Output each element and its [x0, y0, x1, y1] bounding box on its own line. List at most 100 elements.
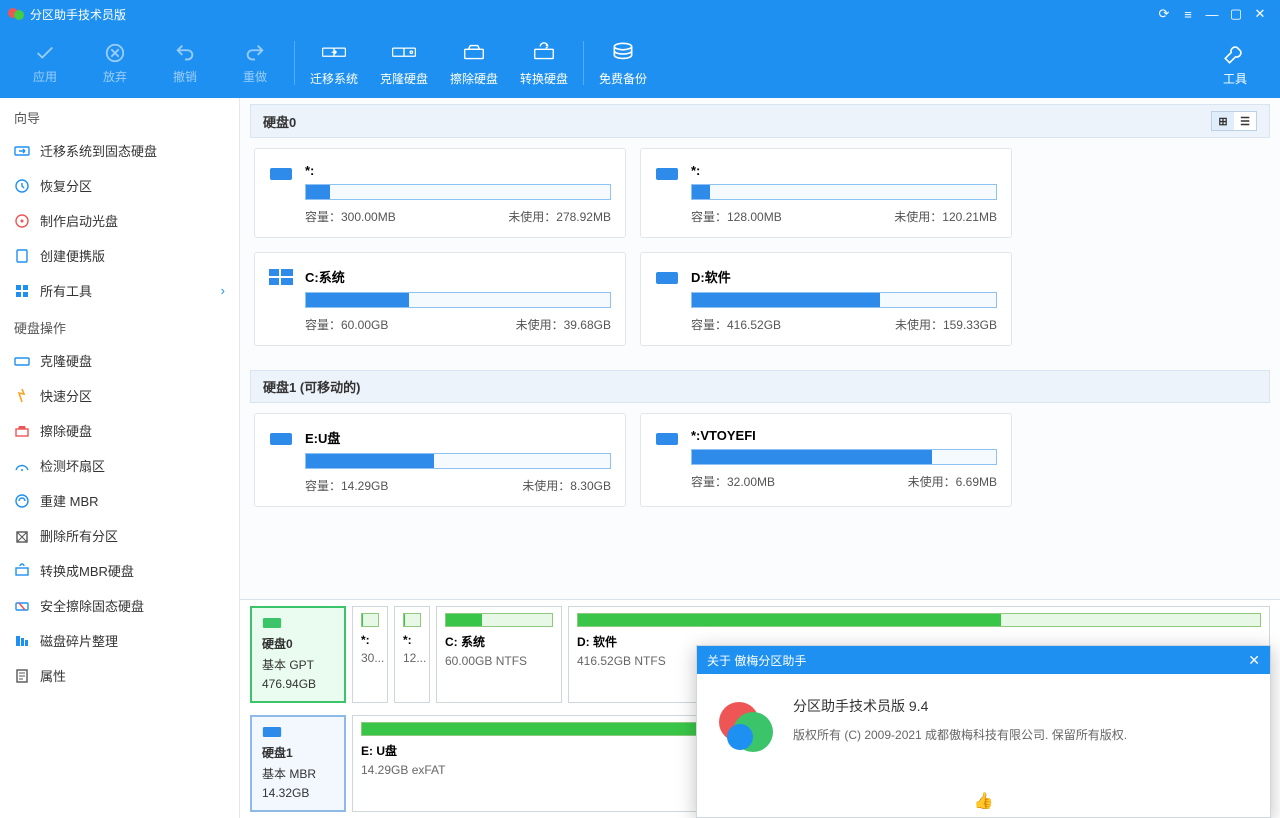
- clone-disk-button[interactable]: 克隆硬盘: [369, 33, 439, 93]
- redo-button[interactable]: 重做: [220, 33, 290, 93]
- maximize-button[interactable]: ▢: [1224, 6, 1248, 22]
- free-label: 未使用：159.33GB: [895, 316, 997, 333]
- close-button[interactable]: ✕: [1248, 6, 1272, 22]
- sidebar-item[interactable]: 重建 MBR: [0, 483, 239, 518]
- capacity-label: 容量：60.00GB: [305, 316, 388, 333]
- sidebar-item[interactable]: 克隆硬盘: [0, 343, 239, 378]
- sidebar: 向导 迁移系统到固态硬盘恢复分区制作启动光盘创建便携版所有工具 › 硬盘操作 克隆…: [0, 98, 240, 818]
- sidebar-item-icon: [14, 668, 30, 684]
- sidebar-item[interactable]: 制作启动光盘: [0, 203, 239, 238]
- about-product: 分区助手技术员版 9.4: [793, 696, 1127, 716]
- drive-icon: [655, 165, 679, 183]
- sidebar-item-icon: [14, 143, 30, 159]
- sidebar-item[interactable]: 属性: [0, 658, 239, 693]
- sidebar-item[interactable]: 安全擦除固态硬盘: [0, 588, 239, 623]
- capacity-label: 容量：32.00MB: [691, 473, 775, 490]
- sidebar-item-icon: [14, 633, 30, 649]
- strip-disk-info[interactable]: 硬盘1基本 MBR14.32GB: [250, 715, 346, 812]
- partition-name: D:软件: [691, 267, 997, 286]
- sidebar-item-icon: [14, 423, 30, 439]
- sidebar-item-label: 磁盘碎片整理: [40, 631, 118, 650]
- partition-card[interactable]: D:软件容量：416.52GB 未使用：159.33GB: [640, 252, 1012, 346]
- sidebar-item-label: 恢复分区: [40, 176, 92, 195]
- sidebar-item-icon: [14, 598, 30, 614]
- sidebar-guide-head: 向导: [0, 98, 239, 133]
- partition-name: *:: [305, 163, 611, 178]
- wipe-disk-button[interactable]: 擦除硬盘: [439, 33, 509, 93]
- sidebar-item-label: 擦除硬盘: [40, 421, 92, 440]
- sidebar-item[interactable]: 创建便携版: [0, 238, 239, 273]
- view-toggle[interactable]: ⊞☰: [1211, 111, 1257, 131]
- sidebar-item-icon: [14, 248, 30, 264]
- about-title: 关于 傲梅分区助手: [707, 652, 806, 669]
- sidebar-item-label: 迁移系统到固态硬盘: [40, 141, 157, 160]
- sidebar-item-label: 检测坏扇区: [40, 456, 105, 475]
- sidebar-item[interactable]: 擦除硬盘: [0, 413, 239, 448]
- about-copyright: 版权所有 (C) 2009-2021 成都傲梅科技有限公司. 保留所有版权.: [793, 726, 1127, 743]
- free-label: 未使用：6.69MB: [908, 473, 997, 490]
- window-title: 分区助手技术员版: [30, 6, 126, 23]
- sidebar-item-label: 安全擦除固态硬盘: [40, 596, 144, 615]
- sidebar-item-label: 克隆硬盘: [40, 351, 92, 370]
- drive-icon: [655, 430, 679, 448]
- apply-button[interactable]: 应用: [10, 33, 80, 93]
- convert-disk-button[interactable]: 转换硬盘: [509, 33, 579, 93]
- sidebar-item-label: 属性: [40, 666, 66, 685]
- menu-icon[interactable]: ≡: [1176, 7, 1200, 22]
- partition-card[interactable]: *:VTOYEFI容量：32.00MB未使用：6.69MB: [640, 413, 1012, 507]
- toolbar: 应用 放弃 撤销 重做 迁移系统 克隆硬盘 擦除硬盘 转换硬盘 免费备份 工具: [0, 28, 1280, 98]
- sidebar-item-label: 所有工具: [40, 281, 92, 300]
- free-label: 未使用：120.21MB: [894, 208, 997, 225]
- partition-card[interactable]: *:容量：128.00MB未使用：120.21MB: [640, 148, 1012, 238]
- strip-partition[interactable]: C: 系统60.00GB NTFS: [436, 606, 562, 703]
- sidebar-item-icon: [14, 353, 30, 369]
- minimize-button[interactable]: —: [1200, 7, 1224, 22]
- sidebar-item[interactable]: 磁盘碎片整理: [0, 623, 239, 658]
- refresh-icon[interactable]: ⟳: [1152, 6, 1176, 22]
- sidebar-item-label: 创建便携版: [40, 246, 105, 265]
- drive-icon: [269, 165, 293, 183]
- drive-icon: [269, 269, 293, 287]
- partition-card[interactable]: *:容量：300.00MB未使用：278.92MB: [254, 148, 626, 238]
- backup-button[interactable]: 免费备份: [588, 33, 658, 93]
- sidebar-item[interactable]: 快速分区: [0, 378, 239, 413]
- strip-partition[interactable]: *:12...: [394, 606, 430, 703]
- sidebar-item-icon: [14, 213, 30, 229]
- discard-button[interactable]: 放弃: [80, 33, 150, 93]
- capacity-label: 容量：128.00MB: [691, 208, 782, 225]
- about-titlebar[interactable]: 关于 傲梅分区助手 ✕: [697, 646, 1270, 674]
- migrate-os-button[interactable]: 迁移系统: [299, 33, 369, 93]
- disk-header: 硬盘1 (可移动的): [250, 370, 1270, 403]
- undo-button[interactable]: 撤销: [150, 33, 220, 93]
- strip-partition[interactable]: *:30...: [352, 606, 388, 703]
- disk-title-text: 硬盘1 (可移动的): [263, 377, 361, 396]
- sidebar-item[interactable]: 恢复分区: [0, 168, 239, 203]
- sidebar-item-icon: [14, 493, 30, 509]
- usage-bar: [691, 292, 997, 308]
- sidebar-item[interactable]: 检测坏扇区: [0, 448, 239, 483]
- partition-card[interactable]: C:系统容量：60.00GB未使用：39.68GB: [254, 252, 626, 346]
- partition-name: C:系统: [305, 267, 611, 286]
- list-view-icon[interactable]: ☰: [1234, 112, 1256, 130]
- capacity-label: 容量：416.52GB: [691, 316, 781, 333]
- sidebar-item[interactable]: 迁移系统到固态硬盘: [0, 133, 239, 168]
- strip-disk-info[interactable]: 硬盘0基本 GPT476.94GB: [250, 606, 346, 703]
- sidebar-item[interactable]: 删除所有分区: [0, 518, 239, 553]
- usage-bar: [305, 453, 611, 469]
- about-logo-icon: [719, 702, 771, 754]
- about-dialog: 关于 傲梅分区助手 ✕ 分区助手技术员版 9.4 版权所有 (C) 2009-2…: [696, 645, 1271, 818]
- chevron-right-icon: ›: [221, 283, 225, 298]
- partition-card[interactable]: E:U盘容量：14.29GB未使用：8.30GB: [254, 413, 626, 507]
- sidebar-disk-head: 硬盘操作: [0, 308, 239, 343]
- free-label: 未使用：8.30GB: [522, 477, 611, 494]
- partition-name: E:U盘: [305, 428, 611, 447]
- disk-title-text: 硬盘0: [263, 112, 296, 131]
- sidebar-item[interactable]: 所有工具 ›: [0, 273, 239, 308]
- grid-view-icon[interactable]: ⊞: [1212, 112, 1234, 130]
- thumbs-up-icon[interactable]: 👍: [974, 791, 994, 811]
- about-close-button[interactable]: ✕: [1248, 652, 1260, 669]
- sidebar-item-icon: [14, 178, 30, 194]
- app-logo-icon: [8, 6, 24, 22]
- tools-button[interactable]: 工具: [1200, 33, 1270, 93]
- sidebar-item[interactable]: 转换成MBR硬盘: [0, 553, 239, 588]
